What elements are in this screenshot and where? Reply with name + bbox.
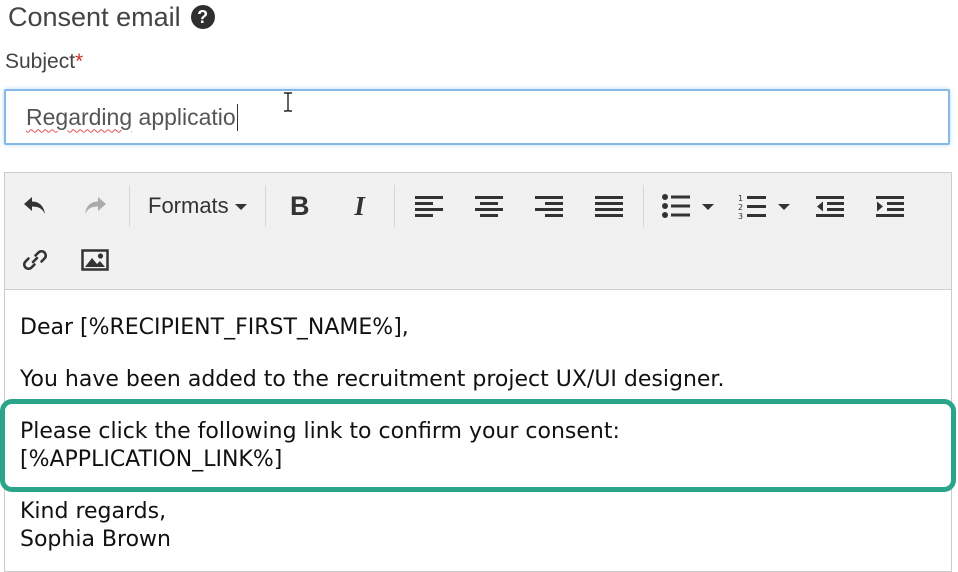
highlight-box — [0, 399, 956, 492]
align-center-button[interactable] — [459, 183, 519, 229]
editor-toolbar: Formats B I 1 2 3 — [5, 173, 951, 290]
subject-label: Subject* — [5, 50, 83, 74]
section-title: Consent email — [8, 1, 181, 32]
image-icon — [81, 249, 109, 271]
formats-label: Formats — [148, 193, 229, 218]
toolbar-row-1: Formats B I 1 2 3 — [5, 181, 920, 231]
numbered-list-icon: 1 2 3 — [738, 194, 766, 219]
subject-input[interactable]: Regarding applicatio — [4, 89, 950, 145]
required-marker: * — [75, 50, 84, 73]
align-justify-icon — [594, 196, 623, 217]
intro-line: You have been added to the recruitment p… — [20, 367, 725, 392]
greeting-line: Dear [%RECIPIENT_FIRST_NAME%], — [20, 315, 409, 340]
outdent-button[interactable] — [800, 183, 860, 229]
undo-button[interactable] — [5, 183, 65, 229]
undo-icon — [24, 197, 45, 214]
section-heading: Consent email ? — [8, 0, 215, 34]
align-justify-button[interactable] — [579, 183, 639, 229]
redo-button[interactable] — [65, 183, 125, 229]
indent-icon — [875, 196, 904, 217]
text-caret — [236, 103, 238, 131]
toolbar-separator — [642, 185, 644, 227]
bold-button[interactable]: B — [270, 183, 330, 229]
outdent-icon — [815, 196, 844, 217]
subject-value-rest: applicatio — [132, 103, 236, 130]
toolbar-row-2 — [5, 235, 125, 285]
toolbar-separator — [264, 185, 266, 227]
closing-line: Kind regards, — [20, 499, 167, 524]
svg-text:3: 3 — [738, 212, 743, 219]
align-center-icon — [474, 196, 503, 217]
align-left-icon — [414, 196, 443, 217]
indent-button[interactable] — [860, 183, 920, 229]
toolbar-separator — [393, 185, 395, 227]
question-circle-icon[interactable]: ? — [190, 5, 215, 29]
rich-text-editor: Formats B I 1 2 3 Dear [%RECIPIENT_FIRST… — [4, 172, 952, 572]
bullet-list-icon — [661, 194, 690, 218]
numbered-list-button[interactable]: 1 2 3 — [724, 183, 800, 229]
ibeam-cursor-icon — [284, 92, 292, 112]
formats-dropdown[interactable]: Formats — [134, 183, 261, 229]
align-right-icon — [534, 196, 563, 217]
svg-text:2: 2 — [738, 203, 743, 212]
subject-label-text: Subject — [5, 50, 76, 73]
signature-line: Sophia Brown — [20, 527, 171, 552]
chevron-down-icon — [701, 204, 714, 210]
align-right-button[interactable] — [519, 183, 579, 229]
svg-text:1: 1 — [738, 194, 743, 203]
subject-value-misspelled: Regarding — [26, 103, 133, 130]
insert-link-button[interactable] — [5, 237, 65, 283]
bullet-list-button[interactable] — [648, 183, 724, 229]
italic-button[interactable]: I — [330, 183, 390, 229]
redo-icon — [85, 197, 106, 214]
link-icon — [22, 249, 48, 271]
toolbar-separator — [129, 185, 130, 227]
insert-image-button[interactable] — [65, 237, 125, 283]
chevron-down-icon — [777, 204, 790, 210]
align-left-button[interactable] — [399, 183, 459, 229]
chevron-down-icon — [234, 204, 247, 210]
closing-paragraph: Kind regards, Sophia Brown — [20, 498, 951, 554]
